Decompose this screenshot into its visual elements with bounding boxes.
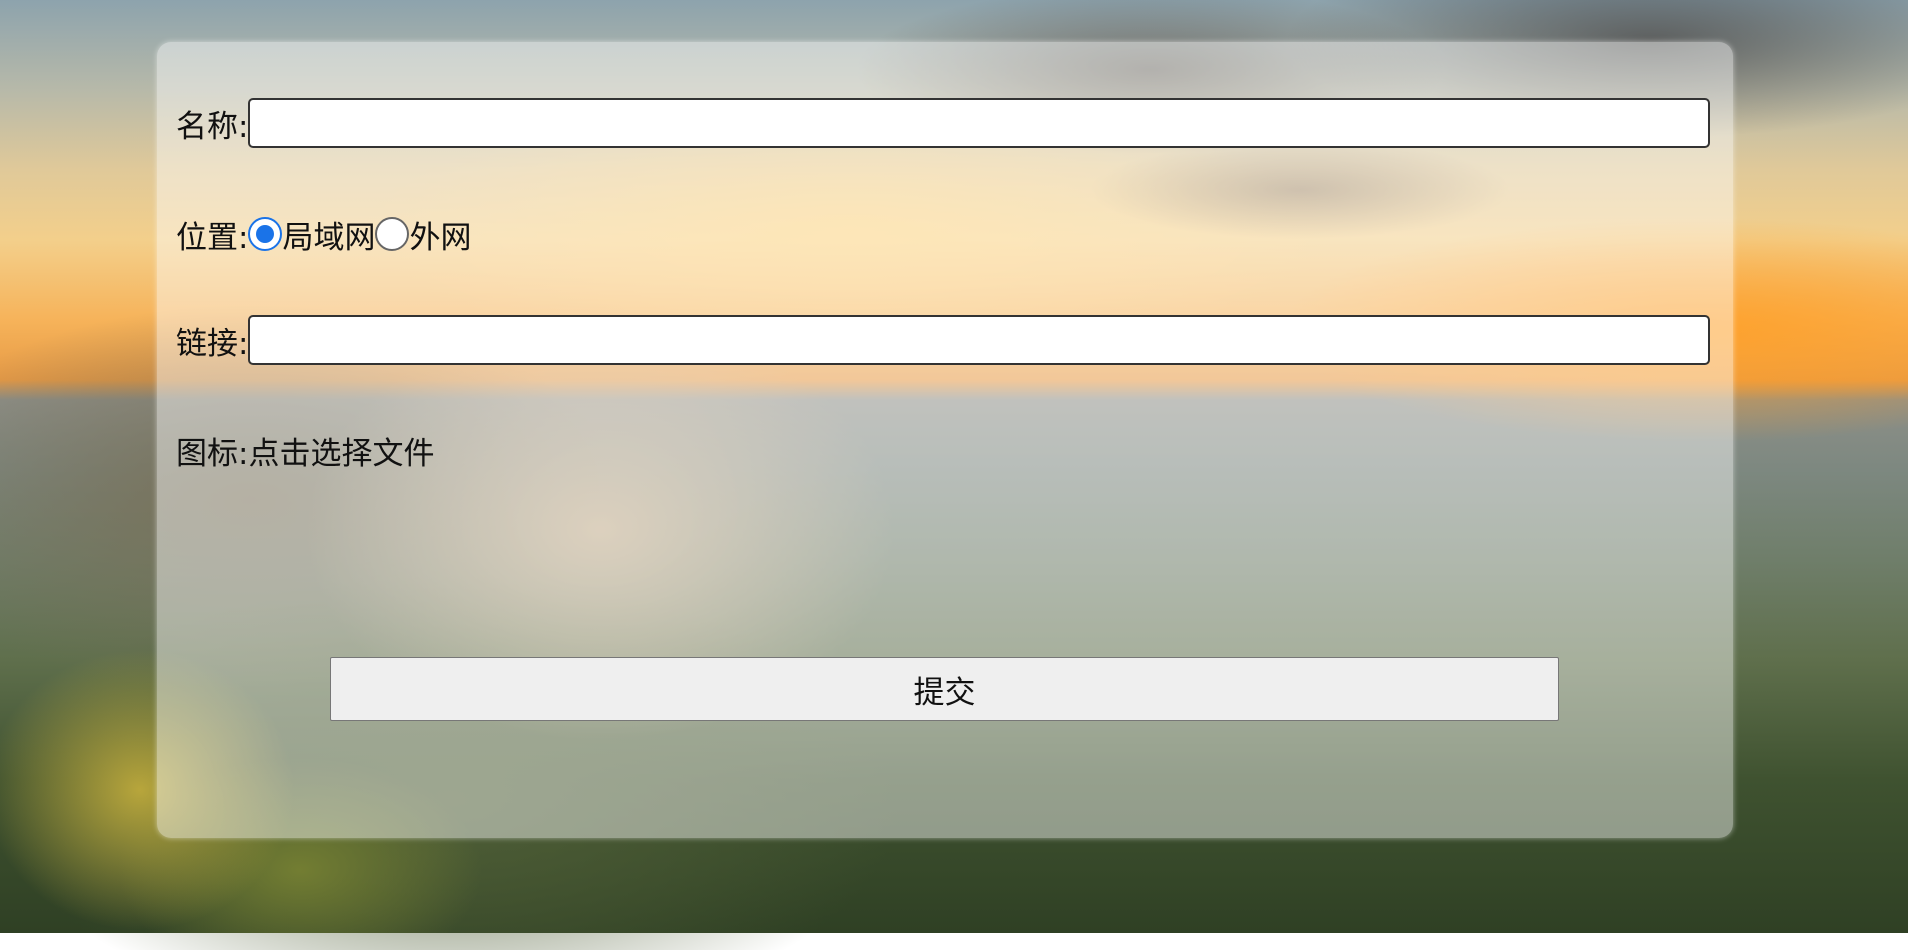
link-label: 链接: (176, 325, 249, 362)
location-label: 位置: (176, 219, 249, 256)
radio-lan[interactable] (248, 217, 283, 251)
name-row: 名称: (176, 96, 1711, 150)
radio-internet[interactable] (375, 217, 410, 251)
icon-row: 图标: 点击选择文件 (176, 428, 434, 472)
link-input[interactable] (248, 315, 1711, 365)
submit-button[interactable]: 提交 (330, 657, 1559, 721)
link-row: 链接: (176, 313, 1711, 367)
icon-label: 图标: (176, 435, 249, 472)
location-row: 位置: 局域网 外网 (176, 212, 471, 256)
icon-file-picker[interactable]: 点击选择文件 (248, 428, 434, 473)
name-label: 名称: (176, 108, 249, 145)
radio-internet-label[interactable]: 外网 (409, 212, 471, 257)
radio-lan-label[interactable]: 局域网 (282, 212, 375, 257)
name-input[interactable] (248, 98, 1711, 148)
